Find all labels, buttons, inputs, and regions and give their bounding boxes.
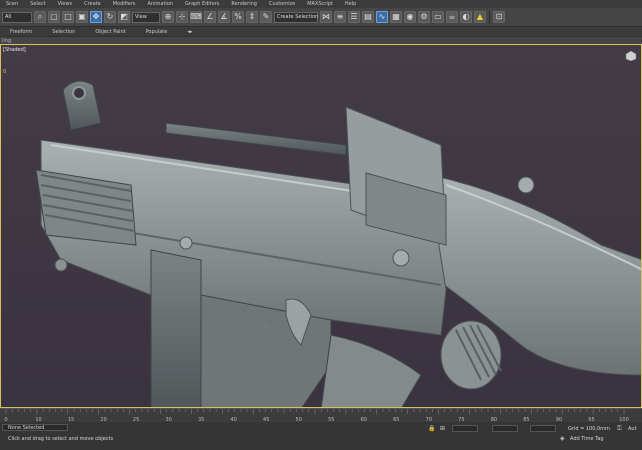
lock-selection-icon[interactable]: 🔒 xyxy=(428,425,435,432)
timeline[interactable]: 0 10 15 20 25 30 35 40 45 50 55 60 65 70 75 80 85 90 95 100 xyxy=(0,408,642,423)
edit-named-selection-icon[interactable]: ✎ xyxy=(260,11,272,23)
menu-customize[interactable]: Customize xyxy=(263,1,301,7)
select-by-name-icon[interactable]: ⌕ xyxy=(34,11,46,23)
absolute-mode-icon[interactable]: ⊞ xyxy=(440,425,445,432)
tab-populate[interactable]: Populate xyxy=(136,29,178,35)
grid-size: Grid = 100,0mm xyxy=(568,426,610,432)
angle-snap-icon[interactable]: ∡ xyxy=(218,11,230,23)
window-crossing-icon[interactable]: ▣ xyxy=(76,11,88,23)
pivot-center-icon[interactable]: ⊕ xyxy=(162,11,174,23)
graphite-toggle-icon[interactable]: ▤ xyxy=(362,11,374,23)
keyboard-shortcut-icon[interactable]: ⌨ xyxy=(190,11,202,23)
x-coordinate-field[interactable] xyxy=(452,425,478,432)
tab-object-paint[interactable]: Object Paint xyxy=(85,29,135,35)
weapon-model-render[interactable] xyxy=(1,45,642,408)
render-production-icon[interactable]: ☕ xyxy=(446,11,458,23)
select-scale-icon[interactable]: ◩ xyxy=(118,11,130,23)
select-move-icon[interactable]: ✥ xyxy=(90,11,102,23)
tab-selection[interactable]: Selection xyxy=(42,29,85,35)
menu-select[interactable]: Select xyxy=(24,1,51,7)
curve-editor-icon[interactable]: ∿ xyxy=(376,11,388,23)
viewport-corner-mark: 0 xyxy=(3,69,7,75)
status-bar: None Selected Click and drag to select a… xyxy=(0,422,642,450)
selection-filter-dropdown[interactable]: All xyxy=(2,11,32,23)
timeline-track[interactable]: 0 10 15 20 25 30 35 40 45 50 55 60 65 70 75 80 85 90 95 100 xyxy=(0,409,642,423)
ribbon-options-icon[interactable]: ◂▸ xyxy=(177,29,202,35)
menu-maxscript[interactable]: MAXScript xyxy=(301,1,339,7)
rectangle-selection-icon[interactable]: □ xyxy=(62,11,74,23)
select-rotate-icon[interactable]: ↻ xyxy=(104,11,116,23)
menu-help[interactable]: Help xyxy=(339,1,362,7)
auto-key-button[interactable]: Aut xyxy=(628,426,637,432)
z-coordinate-field[interactable] xyxy=(530,425,556,432)
menu-views[interactable]: Views xyxy=(52,1,78,7)
named-selection-dropdown[interactable]: Create Selection Se xyxy=(274,11,326,23)
maximize-viewport-icon[interactable]: ⊡ xyxy=(493,11,505,23)
tab-freeform[interactable]: Freeform xyxy=(0,29,42,35)
warning-icon[interactable]: ▲ xyxy=(474,11,486,23)
menu-scene[interactable]: Scen xyxy=(0,1,24,7)
key-icon[interactable]: ⚿ xyxy=(617,425,622,433)
mirror-icon[interactable]: ⋈ xyxy=(320,11,332,23)
menu-graph-editors[interactable]: Graph Editors xyxy=(179,1,225,7)
select-object-icon[interactable]: ▢ xyxy=(48,11,60,23)
spinner-snap-icon[interactable]: ⇕ xyxy=(246,11,258,23)
render-setup-icon[interactable]: ⚙ xyxy=(418,11,430,23)
add-time-tag[interactable]: Add Time Tag xyxy=(570,436,604,442)
rendered-frame-window-icon[interactable]: ▭ xyxy=(432,11,444,23)
toolbar-separator xyxy=(489,10,490,24)
time-tag-icon[interactable]: ◈ xyxy=(560,435,565,442)
menu-modifiers[interactable]: Modifiers xyxy=(107,1,142,7)
main-toolbar: All ⌕ ▢ □ ▣ ✥ ↻ ◩ View ⊕ ⊹ ⌨ ∠ ∡ % ⇕ ✎ C… xyxy=(0,8,642,26)
layer-manager-icon[interactable]: ☰ xyxy=(348,11,360,23)
snaps-toggle-icon[interactable]: ∠ xyxy=(204,11,216,23)
percent-snap-icon[interactable]: % xyxy=(232,11,244,23)
selection-status: None Selected xyxy=(8,425,45,431)
perspective-viewport[interactable]: [Shaded] 0 xyxy=(0,44,642,408)
menu-rendering[interactable]: Rendering xyxy=(225,1,263,7)
align-icon[interactable]: ≡ xyxy=(334,11,346,23)
schematic-view-icon[interactable]: ▦ xyxy=(390,11,402,23)
viewport-label[interactable]: [Shaded] xyxy=(3,47,26,53)
menu-animation[interactable]: Animation xyxy=(142,1,180,7)
material-editor-icon[interactable]: ◉ xyxy=(404,11,416,23)
reference-coordinate-dropdown[interactable]: View xyxy=(132,11,160,23)
select-manipulate-icon[interactable]: ⊹ xyxy=(176,11,188,23)
viewcube-icon[interactable] xyxy=(625,50,637,62)
render-iterative-icon[interactable]: ◐ xyxy=(460,11,472,23)
y-coordinate-field[interactable] xyxy=(492,425,518,432)
menu-create[interactable]: Create xyxy=(78,1,107,7)
prompt-line: Click and drag to select and move object… xyxy=(8,436,114,442)
